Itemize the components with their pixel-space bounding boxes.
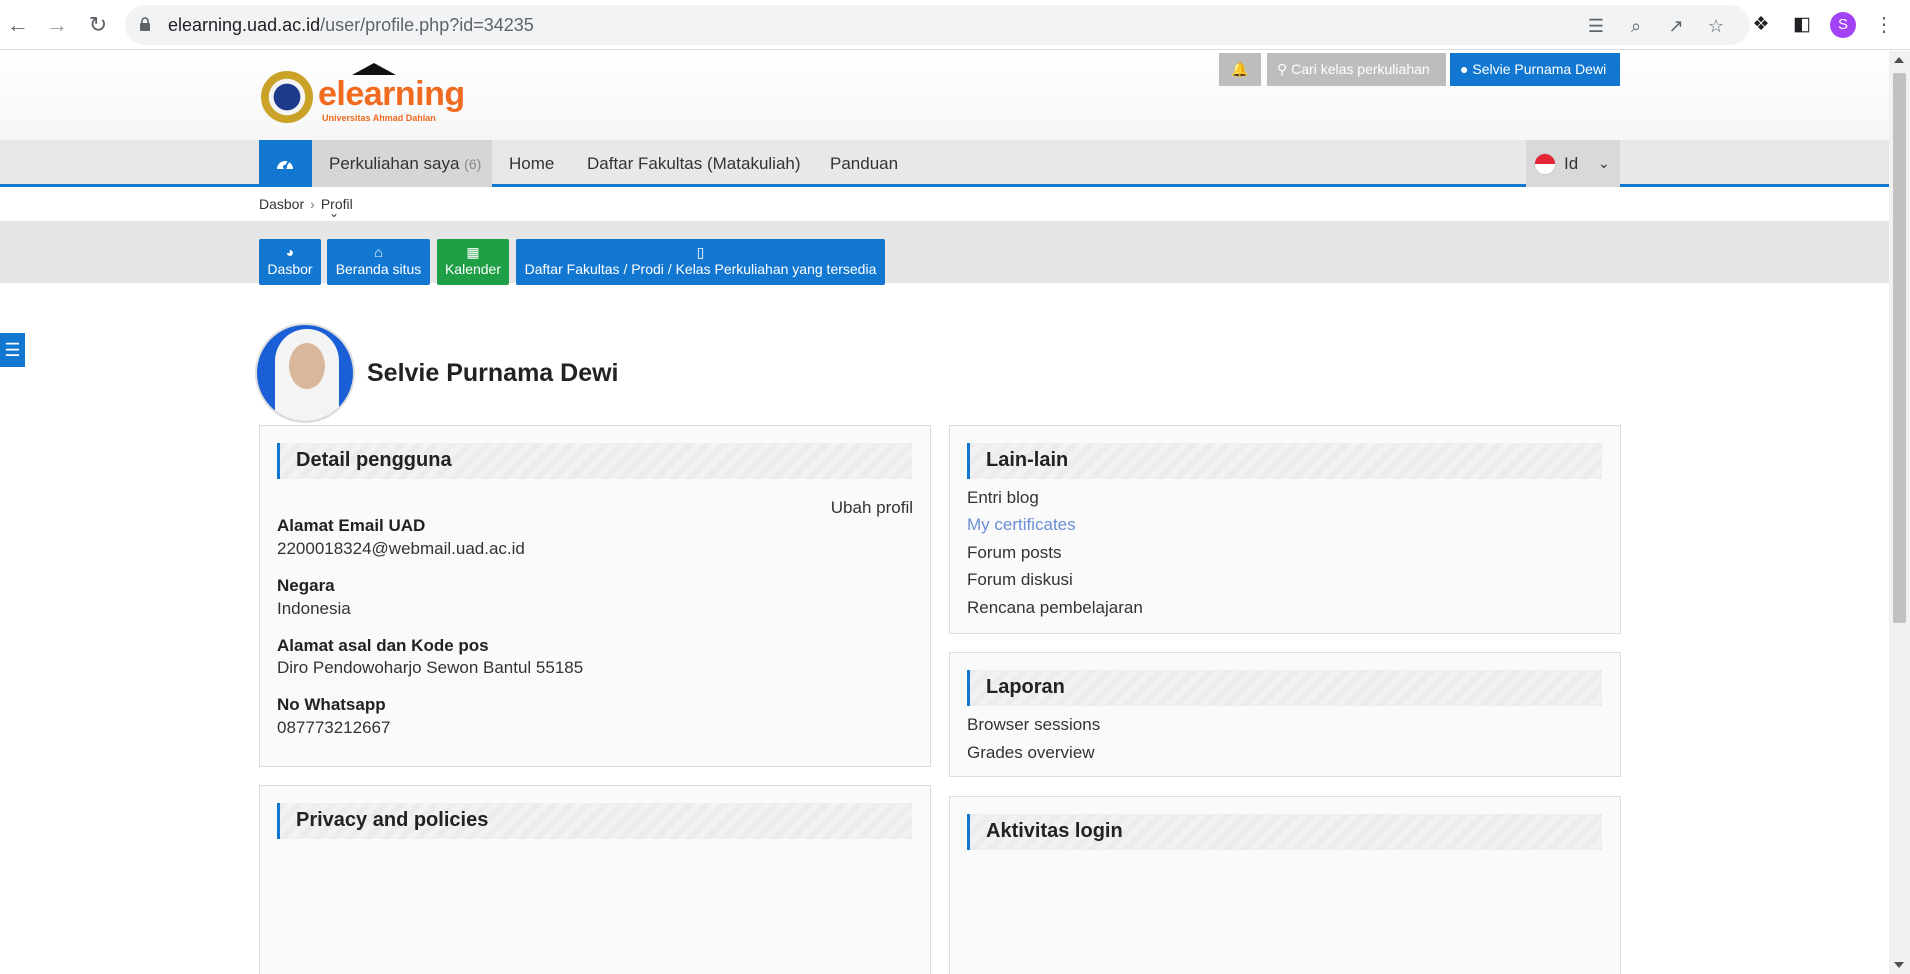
scroll-down-icon[interactable] — [1894, 962, 1904, 968]
calendar-icon: ▦ — [466, 244, 480, 260]
nav-my-courses-count: (6) — [464, 156, 482, 172]
link-learning-plans[interactable]: Rencana pembelajaran — [967, 598, 1143, 618]
page-scrollbar[interactable] — [1889, 51, 1910, 974]
scrollbar-thumb[interactable] — [1893, 73, 1906, 623]
search-courses-label: Cari kelas perkuliahan — [1291, 61, 1430, 77]
lock-icon — [140, 17, 150, 31]
reports-card: Laporan Browser sessions Grades overview — [949, 652, 1621, 777]
profile-picture — [255, 323, 355, 423]
privacy-title: Privacy and policies — [296, 809, 489, 831]
email-label: Alamat Email UAD — [277, 516, 426, 535]
extensions-icon[interactable]: ❖ — [1749, 13, 1773, 37]
user-menu-button[interactable]: ● Selvie Purnama Dewi — [1450, 53, 1620, 86]
card-header: Aktivitas login — [967, 814, 1602, 850]
quick-beranda-label: Beranda situs — [335, 261, 422, 277]
address-value: Diro Pendowoharjo Sewon Bantul 55185 — [277, 658, 584, 677]
language-code: Id — [1564, 154, 1579, 173]
browser-profile-avatar[interactable]: S — [1830, 12, 1856, 38]
quick-dasbor-label: Dasbor — [267, 261, 313, 277]
nav-guide[interactable]: Panduan — [830, 140, 898, 187]
email-value[interactable]: 2200018324@webmail.uad.ac.id — [277, 539, 525, 559]
link-my-certificates[interactable]: My certificates — [967, 515, 1076, 535]
login-activity-card: Aktivitas login — [949, 796, 1621, 974]
site-logo[interactable]: elearning Universitas Ahmad Dahlan — [260, 63, 465, 125]
quick-kalender-label: Kalender — [444, 261, 502, 277]
main-navbar: Perkuliahan saya (6) ⌄ Home Daftar Fakul… — [0, 140, 1889, 220]
drawer-toggle-button[interactable]: ☰ — [0, 333, 25, 367]
quick-daftar-label: Daftar Fakultas / Prodi / Kelas Perkulia… — [524, 261, 877, 277]
breadcrumb-profil: Profil — [320, 196, 353, 212]
university-seal-icon — [261, 71, 313, 123]
logo-text: elearning — [318, 75, 465, 113]
bookmark-star-icon[interactable]: ☆ — [1705, 15, 1727, 37]
link-browser-sessions[interactable]: Browser sessions — [967, 715, 1100, 735]
quick-daftar-button[interactable]: ▯ Daftar Fakultas / Prodi / Kelas Perkul… — [516, 239, 885, 285]
link-blog-entries[interactable]: Entri blog — [967, 488, 1039, 508]
link-forum-discussions[interactable]: Forum diskusi — [967, 570, 1073, 590]
dashboard-nav-button[interactable] — [259, 140, 312, 187]
link-grades-overview[interactable]: Grades overview — [967, 743, 1095, 763]
indonesia-flag-icon — [1534, 153, 1556, 175]
quick-links-bar: ◕ Dasbor ⌂ Beranda situs ▦ Kalender ▯ Da… — [0, 221, 1889, 285]
nav-faculties[interactable]: Daftar Fakultas (Matakuliah) — [587, 140, 801, 187]
profile-name: Selvie Purnama Dewi — [367, 359, 619, 387]
breadcrumb-dasbor[interactable]: Dasbor — [259, 196, 304, 212]
back-icon[interactable]: ← — [4, 11, 32, 39]
share-icon[interactable]: ↗ — [1665, 15, 1687, 37]
misc-title: Lain-lain — [986, 449, 1069, 471]
zoom-icon[interactable]: ⌕ — [1625, 15, 1647, 37]
misc-card: Lain-lain Entri blog My certificates For… — [949, 425, 1621, 634]
quick-dasbor-button[interactable]: ◕ Dasbor — [259, 239, 321, 285]
dashboard-gauge-icon — [277, 160, 293, 169]
bell-icon: 🔔 — [1231, 61, 1249, 77]
nav-home[interactable]: Home — [509, 140, 554, 187]
reload-icon[interactable]: ↻ — [84, 11, 112, 39]
book-icon: ▯ — [696, 244, 705, 260]
site-header: elearning Universitas Ahmad Dahlan 🔔 ⚲ C… — [0, 51, 1889, 140]
home-icon: ⌂ — [374, 244, 383, 260]
card-header: Laporan — [967, 670, 1602, 706]
quick-kalender-button[interactable]: ▦ Kalender — [437, 239, 509, 285]
user-details-title: Detail pengguna — [296, 449, 452, 471]
chevron-down-icon: ⌄ — [1598, 155, 1610, 171]
link-forum-posts[interactable]: Forum posts — [967, 543, 1061, 563]
nav-my-courses-label: Perkuliahan saya — [329, 154, 460, 173]
url-text: elearning.uad.ac.id/user/profile.php?id=… — [168, 15, 534, 35]
forward-icon[interactable]: → — [43, 11, 71, 39]
nav-my-courses[interactable]: Perkuliahan saya (6) ⌄ — [312, 140, 492, 220]
user-icon: ● — [1460, 61, 1469, 77]
user-menu-label: Selvie Purnama Dewi — [1472, 61, 1607, 77]
page-content: elearning Universitas Ahmad Dahlan 🔔 ⚲ C… — [0, 51, 1889, 974]
breadcrumb-separator-icon: › — [310, 196, 315, 212]
reports-title: Laporan — [986, 676, 1065, 698]
graduation-cap-icon — [352, 63, 396, 75]
side-panel-icon[interactable]: ◧ — [1790, 13, 1814, 37]
card-header: Lain-lain — [967, 443, 1602, 479]
card-header: Detail pengguna — [277, 443, 912, 479]
privacy-card: Privacy and policies — [259, 785, 931, 974]
country-value: Indonesia — [277, 599, 351, 618]
card-header: Privacy and policies — [277, 803, 912, 839]
country-label: Negara — [277, 576, 335, 595]
address-bar[interactable]: elearning.uad.ac.id/user/profile.php?id=… — [125, 5, 1750, 45]
breadcrumb: Dasbor › Profil — [259, 196, 353, 212]
browser-menu-icon[interactable]: ⋮ — [1874, 12, 1894, 38]
edit-profile-link[interactable]: Ubah profil — [831, 498, 913, 518]
search-courses-button[interactable]: ⚲ Cari kelas perkuliahan — [1267, 53, 1446, 86]
address-label: Alamat asal dan Kode pos — [277, 636, 489, 655]
dashboard-gauge-icon: ◕ — [285, 244, 295, 260]
quick-beranda-button[interactable]: ⌂ Beranda situs — [327, 239, 430, 285]
language-selector[interactable]: Id ⌄ — [1526, 140, 1620, 187]
scroll-up-icon[interactable] — [1894, 57, 1904, 63]
whatsapp-label: No Whatsapp — [277, 695, 386, 714]
login-activity-title: Aktivitas login — [986, 820, 1123, 842]
user-details-card: Detail pengguna Ubah profil Alamat Email… — [259, 425, 931, 767]
browser-toolbar: ← → ↻ elearning.uad.ac.id/user/profile.p… — [0, 0, 1910, 50]
logo-subtext: Universitas Ahmad Dahlan — [322, 113, 436, 123]
notifications-button[interactable]: 🔔 — [1219, 53, 1261, 86]
translate-icon[interactable]: ☰ — [1585, 15, 1607, 37]
search-icon: ⚲ — [1277, 61, 1288, 77]
whatsapp-value: 087773212667 — [277, 718, 391, 737]
hamburger-icon: ☰ — [4, 340, 21, 360]
